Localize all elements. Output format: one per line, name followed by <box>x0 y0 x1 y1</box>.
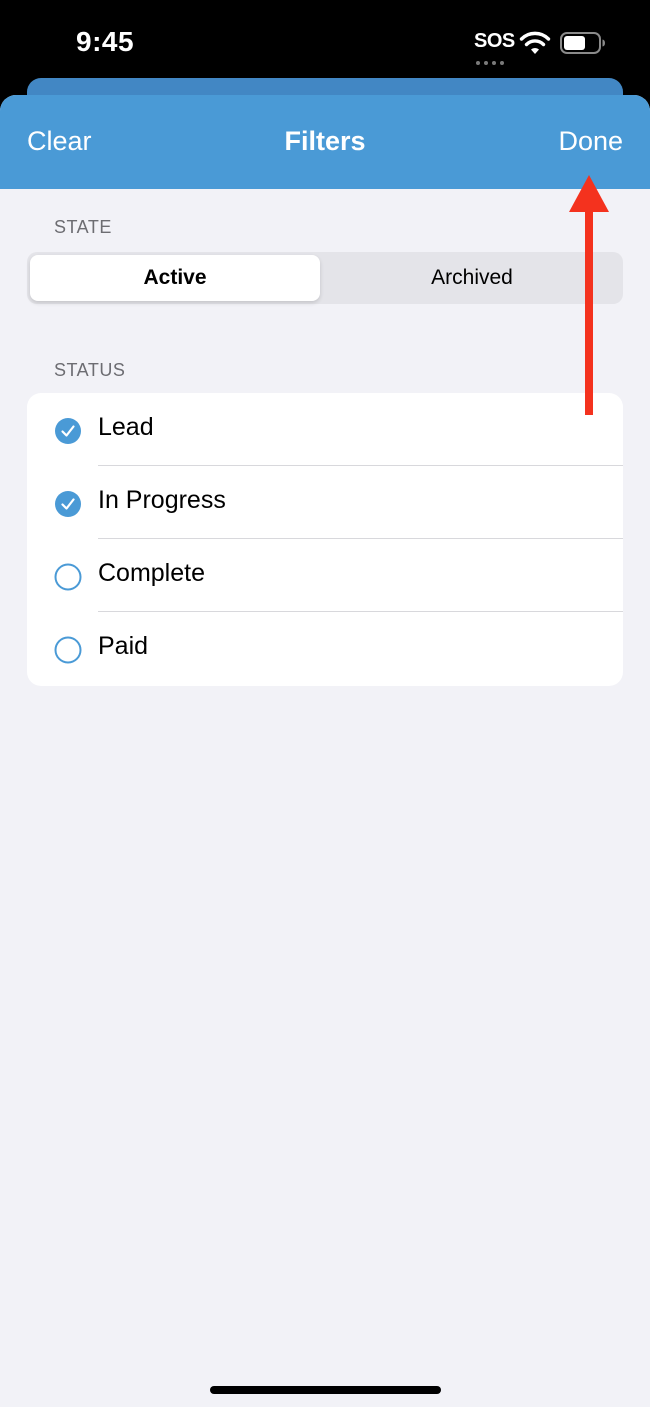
status-list: Lead In Progress Complete Paid <box>27 393 623 686</box>
status-time: 9:45 <box>76 26 135 57</box>
empty-circle-icon <box>54 636 82 664</box>
page-title: Filters <box>284 126 366 156</box>
state-segmented-control: Active Archived <box>27 252 623 304</box>
status-item-label: Paid <box>98 632 149 660</box>
empty-circle-icon <box>54 563 82 591</box>
status-item-paid[interactable]: Paid <box>27 612 623 685</box>
status-item-label: In Progress <box>98 486 226 514</box>
status-section-header: STATUS <box>54 360 126 380</box>
home-indicator[interactable] <box>210 1386 441 1394</box>
status-item-complete[interactable]: Complete <box>27 539 623 612</box>
state-section-header: STATE <box>54 217 112 237</box>
segment-active[interactable]: Active <box>30 255 320 301</box>
status-item-label: Complete <box>98 559 205 587</box>
annotation-arrow-icon <box>569 175 609 415</box>
checkmark-circle-icon <box>55 491 81 517</box>
battery-icon <box>560 32 605 54</box>
status-item-in-progress[interactable]: In Progress <box>27 466 623 539</box>
wifi-icon <box>519 31 551 54</box>
signal-dots <box>476 52 508 65</box>
filters-sheet: Clear Filters Done STATE Active Archived… <box>0 95 650 1407</box>
sos-indicator: SOS <box>474 30 515 52</box>
navigation-bar: Clear Filters Done <box>0 95 650 189</box>
status-item-label: Lead <box>98 413 154 441</box>
done-button[interactable]: Done <box>558 126 623 157</box>
status-item-lead[interactable]: Lead <box>27 393 623 466</box>
checkmark-circle-icon <box>55 418 81 444</box>
